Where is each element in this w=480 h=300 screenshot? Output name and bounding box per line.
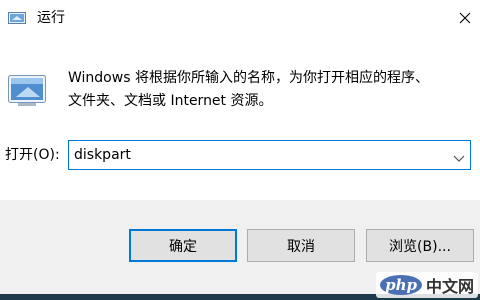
title-bar: 运行 (0, 0, 480, 36)
watermark-logo: php (380, 275, 422, 295)
watermark-text: 中文网 (425, 277, 474, 296)
ok-button[interactable]: 确定 (129, 229, 237, 262)
chevron-down-icon[interactable] (453, 149, 465, 162)
open-input[interactable]: diskpart (74, 146, 131, 164)
description-line-2: 文件夹、文档或 Internet 资源。 (68, 93, 273, 109)
description: Windows 将根据你所输入的名称，为你打开相应的程序、 文件夹、文档或 In… (68, 67, 468, 113)
run-dialog-icon (8, 10, 28, 26)
run-dialog: 运行 Windows 将根据你所输入的名称，为你打开相应的程序、 文件夹、文档或… (0, 0, 480, 300)
window-title: 运行 (37, 10, 65, 26)
open-combobox[interactable]: diskpart (68, 140, 471, 170)
close-icon (459, 9, 471, 28)
cancel-button[interactable]: 取消 (247, 229, 355, 262)
open-label: 打开(O): (5, 147, 60, 163)
browse-button[interactable]: 浏览(B)... (366, 229, 474, 262)
site-watermark: php 中文网 (376, 272, 478, 298)
run-app-icon (8, 75, 48, 107)
description-line-1: Windows 将根据你所输入的名称，为你打开相应的程序、 (68, 70, 429, 86)
close-button[interactable] (450, 0, 480, 36)
